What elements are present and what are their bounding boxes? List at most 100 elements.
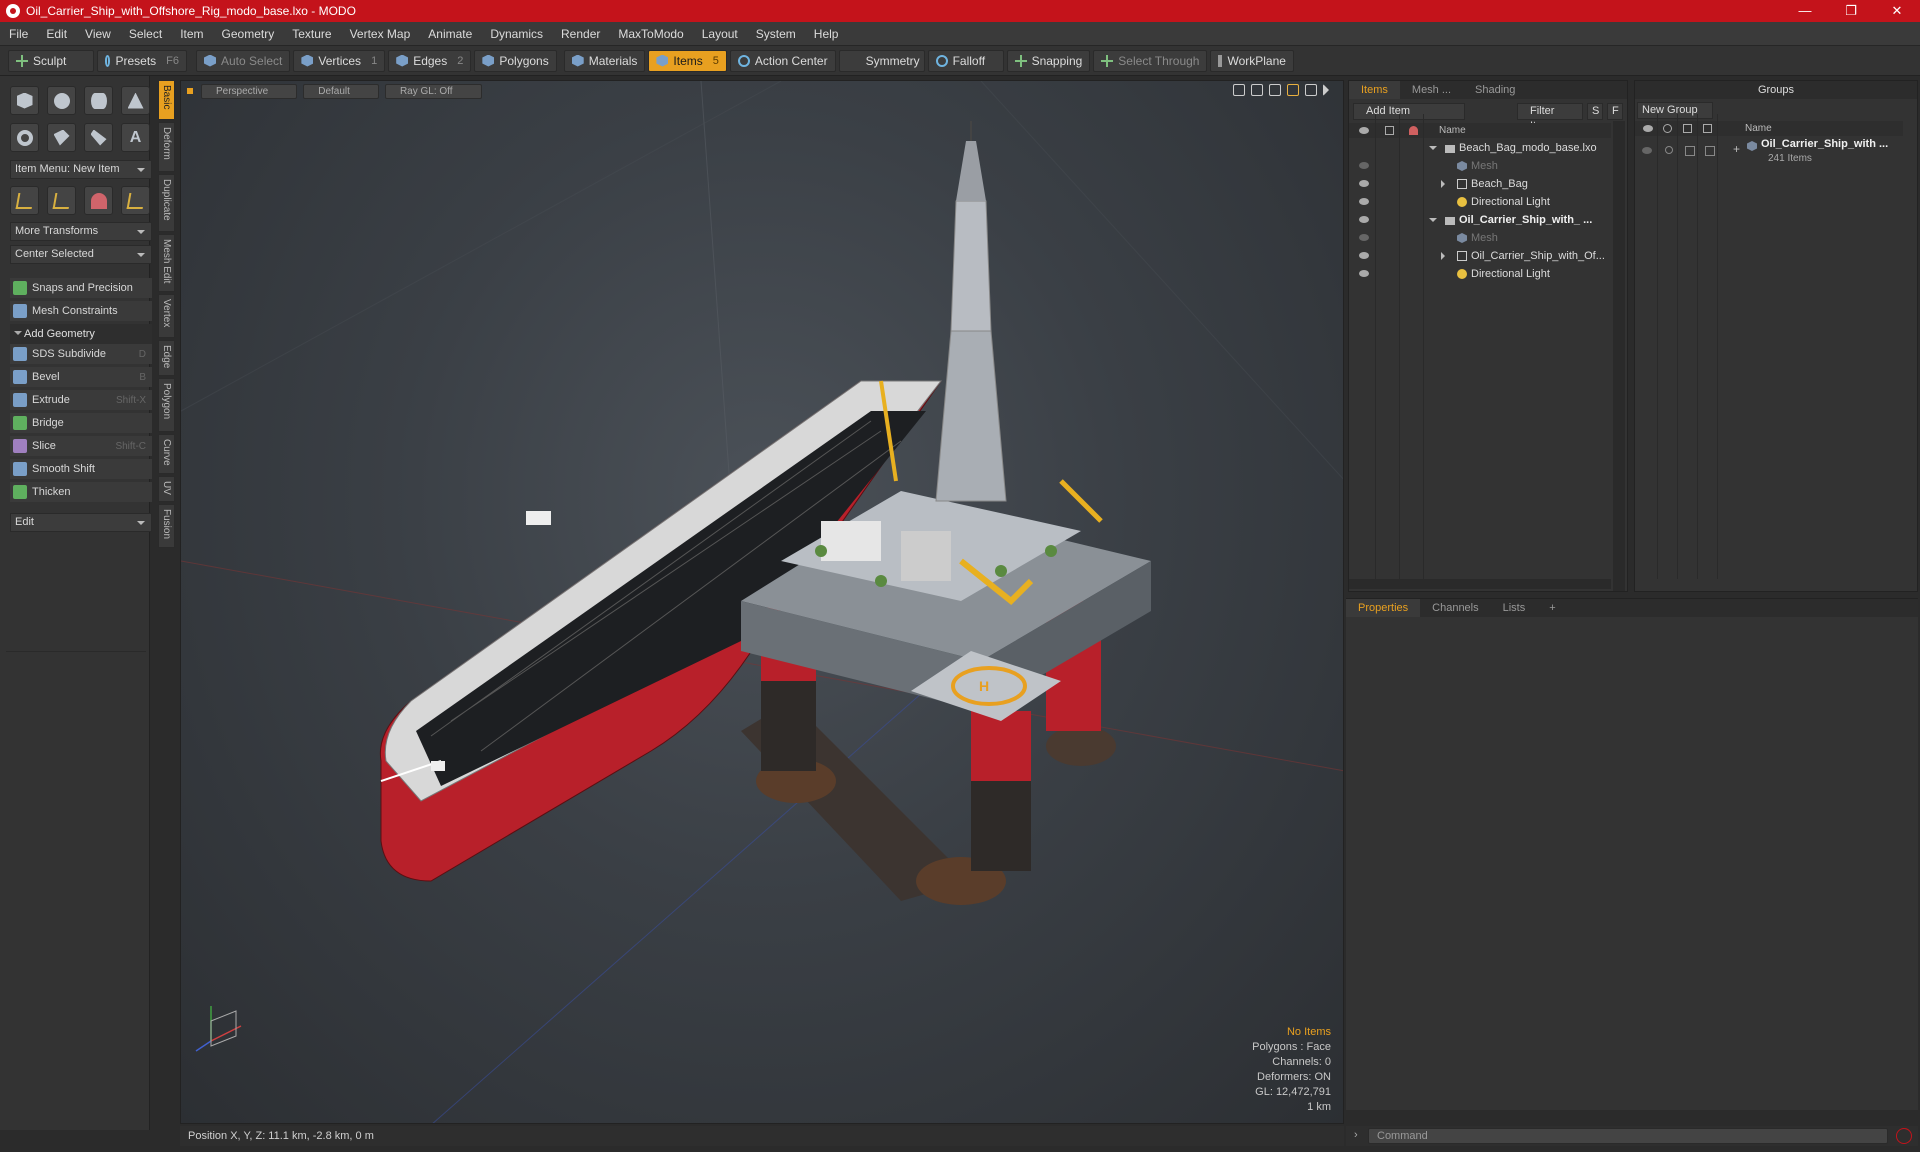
record-macro-icon[interactable] [1896, 1128, 1912, 1144]
sphere-primitive-button[interactable] [47, 86, 76, 115]
default-style-dropdown[interactable]: Default [303, 83, 379, 99]
menu-view[interactable]: View [76, 22, 120, 46]
menu-item[interactable]: Item [171, 22, 212, 46]
tool-bevel[interactable]: Bevel B [10, 367, 152, 387]
zoom-view-icon[interactable] [1269, 84, 1281, 96]
falloff-button[interactable]: Falloff [927, 49, 1004, 72]
items-scrollbar[interactable] [1613, 121, 1625, 591]
edges-button[interactable]: Edges 2 [388, 49, 472, 72]
tab-duplicate[interactable]: Duplicate [158, 174, 175, 232]
tab-deform[interactable]: Deform [158, 122, 175, 172]
command-input[interactable]: Command [1368, 1128, 1888, 1144]
maximize-button[interactable]: ❐ [1828, 0, 1874, 22]
visibility-eye-icon[interactable] [1359, 198, 1369, 205]
move-tool-button[interactable] [10, 186, 39, 215]
tab-uv[interactable]: UV [158, 476, 175, 502]
group-lock-toggle[interactable] [1685, 146, 1695, 156]
tree-item[interactable]: Beach_Bag [1349, 175, 1611, 193]
tab-curve[interactable]: Curve [158, 434, 175, 474]
tab-mesh[interactable]: Mesh ... [1400, 81, 1463, 99]
tool-smooth-shift[interactable]: Smooth Shift [10, 459, 152, 479]
add-tab-button[interactable]: + [1537, 599, 1567, 617]
select-through-button[interactable]: Select Through [1093, 49, 1208, 72]
snaps-precision-button[interactable]: Snaps and Precision [10, 278, 152, 298]
group-expand-icon[interactable]: + [1733, 142, 1740, 156]
menu-edit[interactable]: Edit [37, 22, 76, 46]
menu-layout[interactable]: Layout [693, 22, 747, 46]
menu-help[interactable]: Help [805, 22, 848, 46]
workplane-button[interactable]: WorkPlane [1210, 49, 1294, 72]
visibility-eye-icon[interactable] [1359, 162, 1369, 169]
snapping-button[interactable]: Snapping [1006, 49, 1091, 72]
new-group-button[interactable]: New Group [1637, 102, 1713, 119]
menu-system[interactable]: System [747, 22, 805, 46]
close-button[interactable]: ✕ [1874, 0, 1920, 22]
menu-texture[interactable]: Texture [283, 22, 340, 46]
tool-extrude[interactable]: Extrude Shift-X [10, 390, 152, 410]
viewport-settings-icon[interactable] [1305, 84, 1317, 96]
menu-dynamics[interactable]: Dynamics [481, 22, 552, 46]
items-hscrollbar[interactable] [1349, 579, 1611, 589]
group-render-toggle[interactable] [1665, 146, 1673, 154]
menu-vertex-map[interactable]: Vertex Map [341, 22, 420, 46]
tree-item[interactable]: Beach_Bag_modo_base.lxo [1349, 139, 1611, 157]
tube-tool-button[interactable] [47, 123, 76, 152]
sculpt-button[interactable]: Sculpt [8, 49, 94, 72]
minimize-button[interactable]: — [1782, 0, 1828, 22]
edit-dropdown[interactable]: Edit [10, 513, 152, 532]
tab-basic[interactable]: Basic [158, 80, 175, 120]
expand-right-icon[interactable] [1441, 252, 1449, 260]
cylinder-primitive-button[interactable] [84, 86, 113, 115]
polygons-button[interactable]: Polygons [474, 49, 557, 72]
text-tool-button[interactable]: A [121, 123, 150, 152]
fit-view-icon[interactable] [1287, 84, 1299, 96]
transform-tool-button[interactable] [121, 186, 150, 215]
tree-item[interactable]: Oil_Carrier_Ship_with_Of... [1349, 247, 1611, 265]
action-center-button[interactable]: Action Center [729, 49, 836, 72]
tool-slice[interactable]: Slice Shift-C [10, 436, 152, 456]
add-geometry-header[interactable]: Add Geometry [10, 324, 152, 344]
tool-thicken[interactable]: Thicken [10, 482, 152, 502]
tree-item[interactable]: Mesh [1349, 229, 1611, 247]
pen-tool-button[interactable] [84, 123, 113, 152]
tab-edge[interactable]: Edge [158, 340, 175, 376]
expand-right-icon[interactable] [1441, 180, 1449, 188]
tree-item[interactable]: Directional Light [1349, 193, 1611, 211]
torus-primitive-button[interactable] [10, 123, 39, 152]
tab-channels[interactable]: Channels [1420, 599, 1490, 617]
tree-item[interactable]: Mesh [1349, 157, 1611, 175]
menu-file[interactable]: File [0, 22, 37, 46]
tool-sds-subdivide[interactable]: SDS Subdivide D [10, 344, 152, 364]
auto-select-button[interactable]: Auto Select [196, 49, 291, 72]
symmetry-button[interactable]: Symmetry [838, 49, 925, 72]
center-selected-dropdown[interactable]: Center Selected [10, 245, 152, 264]
menu-geometry[interactable]: Geometry [213, 22, 284, 46]
visibility-eye-icon[interactable] [1359, 216, 1369, 223]
visibility-eye-icon[interactable] [1359, 252, 1369, 259]
3d-viewport[interactable]: H Perspective Default Ray GL: Off No Ite… [180, 80, 1344, 1124]
tab-vertex[interactable]: Vertex [158, 294, 175, 338]
rotate-tool-button[interactable] [47, 186, 76, 215]
tab-items[interactable]: Items [1349, 81, 1400, 99]
tab-properties[interactable]: Properties [1346, 599, 1421, 617]
visibility-eye-icon[interactable] [1359, 234, 1369, 241]
add-item-button[interactable]: Add Item [1353, 103, 1465, 120]
tree-item[interactable]: Directional Light [1349, 265, 1611, 283]
viewport-menu-icon[interactable] [187, 88, 193, 94]
tool-bridge[interactable]: Bridge [10, 413, 152, 433]
f-toggle-button[interactable]: F [1607, 103, 1623, 120]
item-menu-dropdown[interactable]: Item Menu: New Item [10, 160, 152, 179]
scale-tool-button[interactable] [84, 186, 113, 215]
cube-primitive-button[interactable] [10, 86, 39, 115]
presets-button[interactable]: Presets F6 [97, 49, 187, 72]
expand-down-icon[interactable] [1429, 146, 1437, 154]
menu-animate[interactable]: Animate [419, 22, 481, 46]
vertices-button[interactable]: Vertices 1 [293, 49, 386, 72]
materials-button[interactable]: Materials [563, 49, 646, 72]
expand-down-icon[interactable] [1429, 218, 1437, 226]
menu-render[interactable]: Render [552, 22, 609, 46]
viewport-expand-icon[interactable] [1323, 84, 1329, 96]
s-toggle-button[interactable]: S [1587, 103, 1603, 120]
cone-primitive-button[interactable] [121, 86, 150, 115]
move-view-icon[interactable] [1233, 84, 1245, 96]
